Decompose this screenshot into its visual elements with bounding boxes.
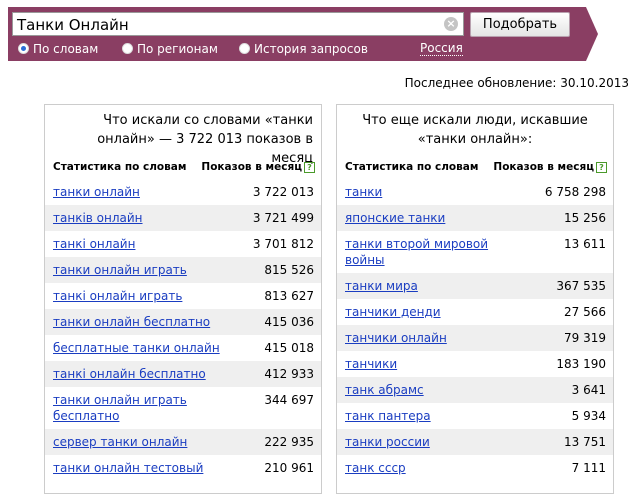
impressions-count: 13 751 [564,435,606,449]
phrase-link[interactable]: сервер танки онлайн [53,434,187,450]
table-row: танки мира 367 535 [337,273,613,299]
phrase-link[interactable]: бесплатные танки онлайн [53,340,220,356]
phrase-link[interactable]: японские танки [345,210,445,226]
table-row: танк ссср 7 111 [337,455,613,481]
phrase-link[interactable]: танкі онлайн [53,236,135,252]
impressions-count: 5 934 [571,409,606,423]
radio-icon[interactable] [122,43,133,54]
phrase-list: танки 6 758 298 японские танки 15 256 танк… [337,179,613,481]
search-bar-arrow [586,7,598,61]
table-row: японские танки 15 256 [337,205,613,231]
phrase-link[interactable]: танки онлайн играть [53,262,187,278]
phrase-link[interactable]: танки [345,184,382,200]
impressions-count: 367 535 [556,279,606,293]
table-row: танчики онлайн 79 319 [337,325,613,351]
region-link[interactable]: Россия [420,42,463,56]
impressions-count: 79 319 [564,331,606,345]
search-input[interactable]: Танки Онлайн [12,12,464,36]
last-updated: Последнее обновление: 30.10.2013 [404,76,629,90]
impressions-count: 344 697 [264,393,314,407]
table-row: танки онлайн 3 722 013 [45,179,321,205]
table-row: танк пантера 5 934 [337,403,613,429]
impressions-count: 183 190 [556,357,606,371]
phrase-link[interactable]: танчики онлайн [345,330,447,346]
phrase-link[interactable]: танкі онлайн играть [53,288,182,304]
phrase-link[interactable]: танки мира [345,278,418,294]
search-button[interactable]: Подобрать [470,12,570,37]
impressions-count: 813 627 [264,289,314,303]
phrase-link[interactable]: танк пантера [345,408,431,424]
help-icon[interactable]: ? [304,162,315,173]
panel-title: Что еще искали люди, искавшие «танки онл… [362,113,588,147]
table-row: танки онлайн играть бесплатно 344 697 [45,387,321,429]
phrase-link[interactable]: танчики денди [345,304,441,320]
table-row: танчики денди 27 566 [337,299,613,325]
related-panel: Что еще искали люди, искавшие «танки онл… [336,104,614,494]
table-row: танків онлайн 3 721 499 [45,205,321,231]
mode-by-regions[interactable]: По регионам [122,42,218,56]
col-count-header: Показов в месяц? [493,161,607,173]
words-panel: Что искали со словами «танки онлайн» — 3… [44,104,322,494]
table-row: танкі онлайн 3 701 812 [45,231,321,257]
table-row: танкі онлайн бесплатно 412 933 [45,361,321,387]
impressions-count: 3 641 [571,383,606,397]
panel-title: Что искали со словами «танки онлайн» — 3… [97,113,313,166]
mode-label: История запросов [254,42,368,56]
impressions-count: 210 961 [264,461,314,475]
impressions-count: 415 036 [264,315,314,329]
impressions-count: 27 566 [564,305,606,319]
table-row: танки онлайн играть 815 526 [45,257,321,283]
help-icon[interactable]: ? [596,162,607,173]
col-count-header: Показов в месяц? [201,161,315,173]
phrase-link[interactable]: танкі онлайн бесплатно [53,366,206,382]
phrase-link[interactable]: танки россии [345,434,430,450]
impressions-count: 7 111 [571,461,606,475]
table-row: танки онлайн тестовый 210 961 [45,455,321,481]
table-row: танки онлайн бесплатно 415 036 [45,309,321,335]
impressions-count: 15 256 [564,211,606,225]
phrase-link[interactable]: танків онлайн [53,210,143,226]
impressions-count: 6 758 298 [544,185,606,199]
phrase-link[interactable]: танки онлайн тестовый [53,460,203,476]
phrase-link[interactable]: танки онлайн [53,184,140,200]
table-row: танки 6 758 298 [337,179,613,205]
radio-icon[interactable] [18,43,29,54]
phrase-link[interactable]: танки онлайн бесплатно [53,314,210,330]
impressions-count: 222 935 [264,435,314,449]
impressions-count: 3 701 812 [252,237,314,251]
col-phrase-header: Статистика по словам [53,161,187,173]
impressions-count: 412 933 [264,367,314,381]
impressions-count: 815 526 [264,263,314,277]
table-row: танкі онлайн играть 813 627 [45,283,321,309]
mode-history[interactable]: История запросов [239,42,368,56]
mode-label: По регионам [137,42,218,56]
table-row: танки второй мировой войны 13 611 [337,231,613,273]
phrase-link[interactable]: танк абрамс [345,382,424,398]
table-row: танчики 183 190 [337,351,613,377]
clear-icon[interactable]: × [444,17,458,31]
mode-label: По словам [33,42,99,56]
table-row: бесплатные танки онлайн 415 018 [45,335,321,361]
impressions-count: 3 722 013 [252,185,314,199]
table-row: сервер танки онлайн 222 935 [45,429,321,455]
col-count-label: Показов в месяц [201,161,302,173]
col-count-label: Показов в месяц [493,161,594,173]
phrase-list: танки онлайн 3 722 013 танків онлайн 3 721… [45,179,321,481]
phrase-link[interactable]: танк ссср [345,460,406,476]
table-row: танки россии 13 751 [337,429,613,455]
phrase-link[interactable]: танки второй мировой войны [345,236,515,268]
radio-icon[interactable] [239,43,250,54]
impressions-count: 3 721 499 [252,211,314,225]
phrase-link[interactable]: танки онлайн играть бесплатно [53,392,223,424]
column-header: Статистика по словам Показов в месяц? [345,161,607,177]
mode-by-words[interactable]: По словам [18,42,98,56]
impressions-count: 415 018 [264,341,314,355]
phrase-link[interactable]: танчики [345,356,397,372]
impressions-count: 13 611 [564,237,606,251]
table-row: танк абрамс 3 641 [337,377,613,403]
col-phrase-header: Статистика по словам [345,161,479,173]
column-header: Статистика по словам Показов в месяц? [53,161,315,177]
